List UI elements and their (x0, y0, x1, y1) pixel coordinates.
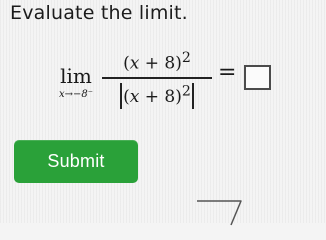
numerator-operator: + (139, 53, 165, 74)
denominator-close-paren: ) (175, 86, 182, 107)
equals-sign: = (218, 60, 237, 85)
denominator-constant: 8 (164, 86, 176, 107)
screen-texture (0, 0, 326, 223)
limit-operator: lim x→−8⁻ (58, 66, 94, 100)
numerator-exponent: 2 (181, 50, 191, 66)
fraction-denominator: (x + 8)2 (102, 79, 212, 109)
lim-label: lim (60, 64, 92, 88)
denominator-open-paren: ( (123, 86, 130, 107)
limit-fraction: (x + 8)2 (x + 8)2 (102, 51, 212, 109)
submit-button-label: Submit (47, 151, 105, 171)
prompt-text: Evaluate the limit. (10, 2, 188, 24)
numerator-constant: 8 (164, 53, 176, 74)
fraction-numerator: (x + 8)2 (102, 51, 212, 77)
denominator-exponent: 2 (181, 83, 191, 99)
numerator-close-paren: ) (175, 53, 182, 74)
denominator-variable: x (129, 86, 140, 107)
question-prompt: Evaluate the limit. (10, 2, 188, 24)
submit-button[interactable]: Submit (14, 140, 138, 183)
lim-subscript: x→−8⁻ (58, 89, 94, 100)
numerator-variable: x (129, 53, 140, 74)
mouse-pointer-icon (197, 200, 242, 226)
absolute-value-left-bar (120, 82, 123, 109)
denominator-operator: + (139, 86, 165, 107)
absolute-value-right-bar (191, 82, 194, 109)
numerator-open-paren: ( (123, 53, 130, 74)
answer-input[interactable] (244, 65, 271, 90)
